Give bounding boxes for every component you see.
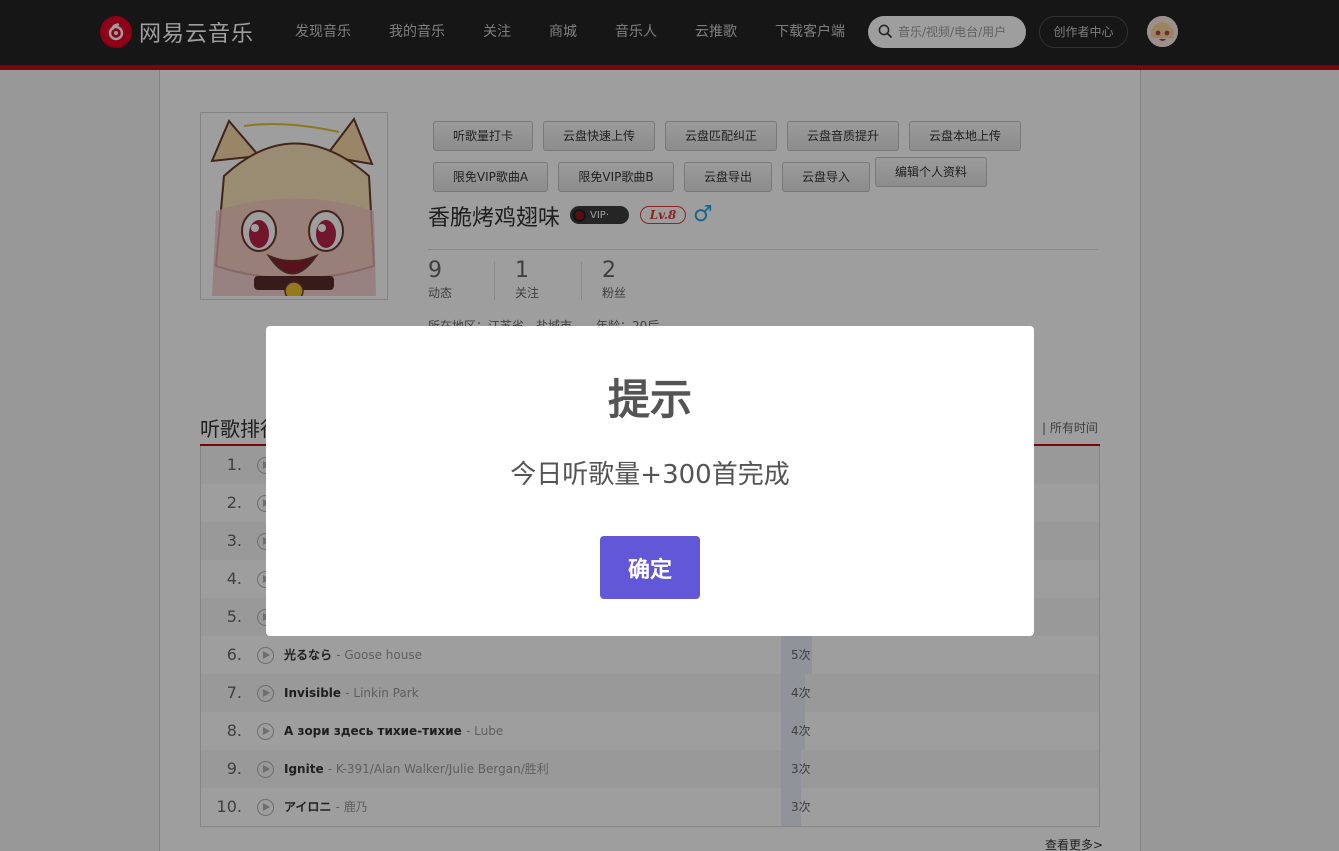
dialog-message: 今日听歌量+300首完成 [510, 460, 790, 490]
alert-dialog: 提示 今日听歌量+300首完成 确定 [266, 326, 1034, 636]
dialog-title: 提示 [607, 375, 692, 424]
confirm-button[interactable]: 确定 [600, 536, 700, 599]
